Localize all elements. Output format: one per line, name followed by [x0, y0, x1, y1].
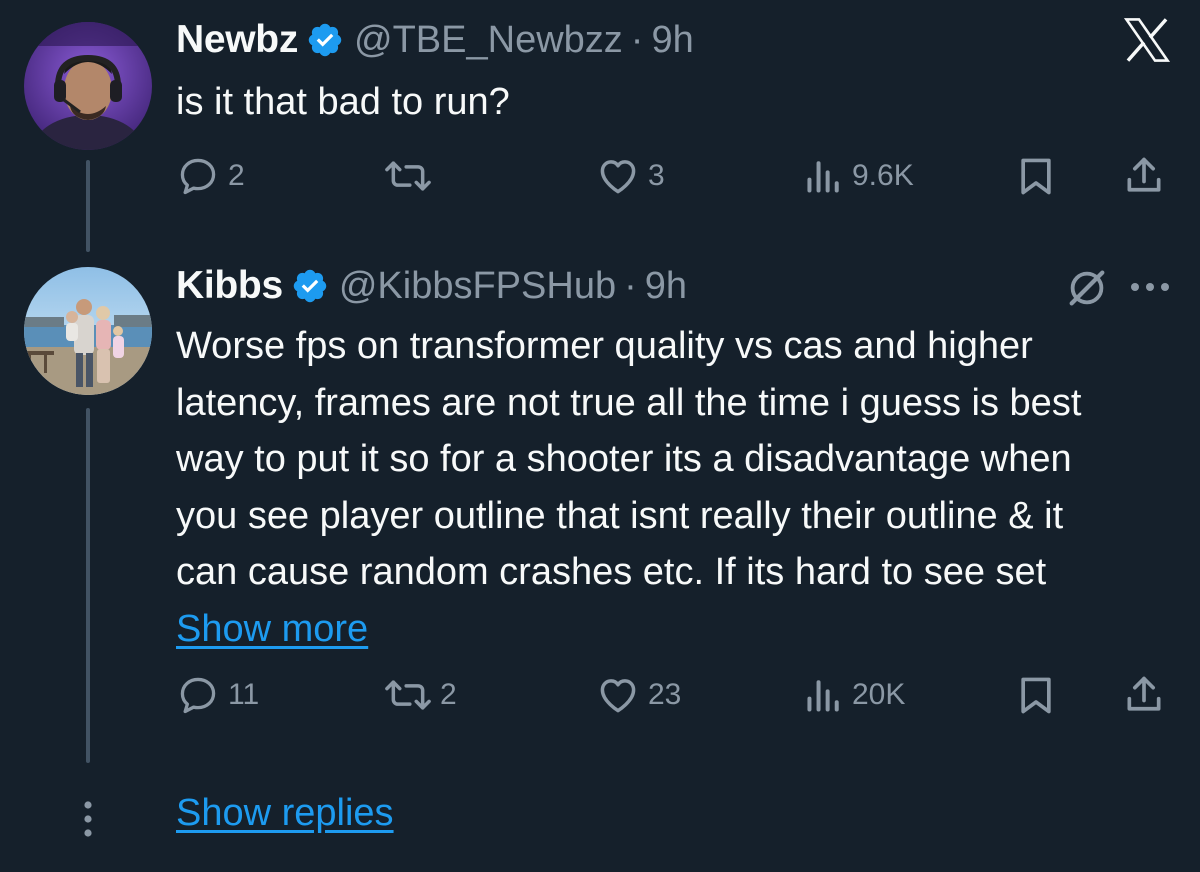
user-handle[interactable]: @TBE_Newbzz	[354, 19, 623, 62]
like-button[interactable]: 3	[596, 151, 665, 201]
views-button[interactable]: 9.6K	[804, 151, 914, 201]
bookmark-button[interactable]	[1014, 151, 1058, 201]
like-count: 23	[648, 678, 682, 711]
repost-icon	[385, 161, 431, 191]
timestamp[interactable]: 9h	[645, 265, 687, 308]
timestamp[interactable]: 9h	[651, 19, 693, 62]
reply-button[interactable]: 2	[176, 151, 245, 201]
share-icon	[1127, 157, 1161, 192]
tweet-body: Worse fps on transformer quality vs cas …	[176, 325, 1082, 593]
like-button[interactable]: 23	[596, 670, 681, 720]
share-button[interactable]	[1122, 151, 1166, 201]
tweet-header: Newbz @TBE_Newbzz · 9h	[176, 16, 694, 64]
view-count: 9.6K	[852, 159, 914, 192]
tweet-text: is it that bad to run?	[176, 81, 510, 123]
repost-button[interactable]: 2	[384, 670, 457, 720]
display-name[interactable]: Newbz	[176, 18, 298, 62]
avatar-kibbs[interactable]	[24, 267, 152, 395]
view-count: 20K	[852, 678, 906, 711]
verified-badge-icon	[308, 23, 342, 57]
share-icon	[1127, 676, 1161, 711]
more-replies-dots-icon	[84, 801, 92, 837]
separator-dot: ·	[630, 18, 644, 61]
reply-icon	[180, 158, 216, 195]
like-count: 3	[648, 159, 665, 192]
verified-badge-icon	[293, 269, 327, 303]
tweet-thread: Newbz @TBE_Newbzz · 9h is it that bad to…	[0, 0, 1200, 872]
like-icon	[600, 160, 636, 194]
reply-count: 11	[228, 678, 260, 711]
thread-connector-line	[86, 160, 90, 252]
more-icon[interactable]	[1128, 278, 1172, 296]
like-icon	[600, 679, 636, 713]
repost-icon	[385, 680, 431, 710]
share-button[interactable]	[1122, 670, 1166, 720]
views-icon	[807, 161, 839, 193]
show-more-link[interactable]: Show more	[176, 608, 368, 650]
tweet-actions: 11 2 23 20K	[176, 670, 1176, 720]
show-replies-link[interactable]: Show replies	[176, 792, 394, 835]
tweet-header: Kibbs @KibbsFPSHub · 9h	[176, 262, 687, 310]
reply-icon	[180, 677, 216, 714]
repost-button[interactable]	[384, 151, 440, 201]
tweet-actions: 2 3 9.6K	[176, 151, 1176, 201]
grok-icon[interactable]	[1064, 265, 1110, 311]
bookmark-icon	[1021, 677, 1051, 714]
user-handle[interactable]: @KibbsFPSHub	[339, 265, 616, 308]
bookmark-button[interactable]	[1014, 670, 1058, 720]
separator-dot: ·	[624, 264, 637, 307]
views-button[interactable]: 20K	[804, 670, 905, 720]
views-icon	[807, 680, 839, 712]
avatar-newbz[interactable]	[24, 22, 152, 150]
display-name[interactable]: Kibbs	[176, 264, 283, 308]
x-logo-icon[interactable]	[1121, 14, 1173, 66]
reply-count: 2	[228, 159, 245, 192]
repost-count: 2	[440, 678, 457, 711]
reply-button[interactable]: 11	[176, 670, 259, 720]
thread-connector-line	[86, 408, 90, 763]
tweet-text: Worse fps on transformer quality vs cas …	[176, 318, 1106, 657]
bookmark-icon	[1021, 158, 1051, 195]
